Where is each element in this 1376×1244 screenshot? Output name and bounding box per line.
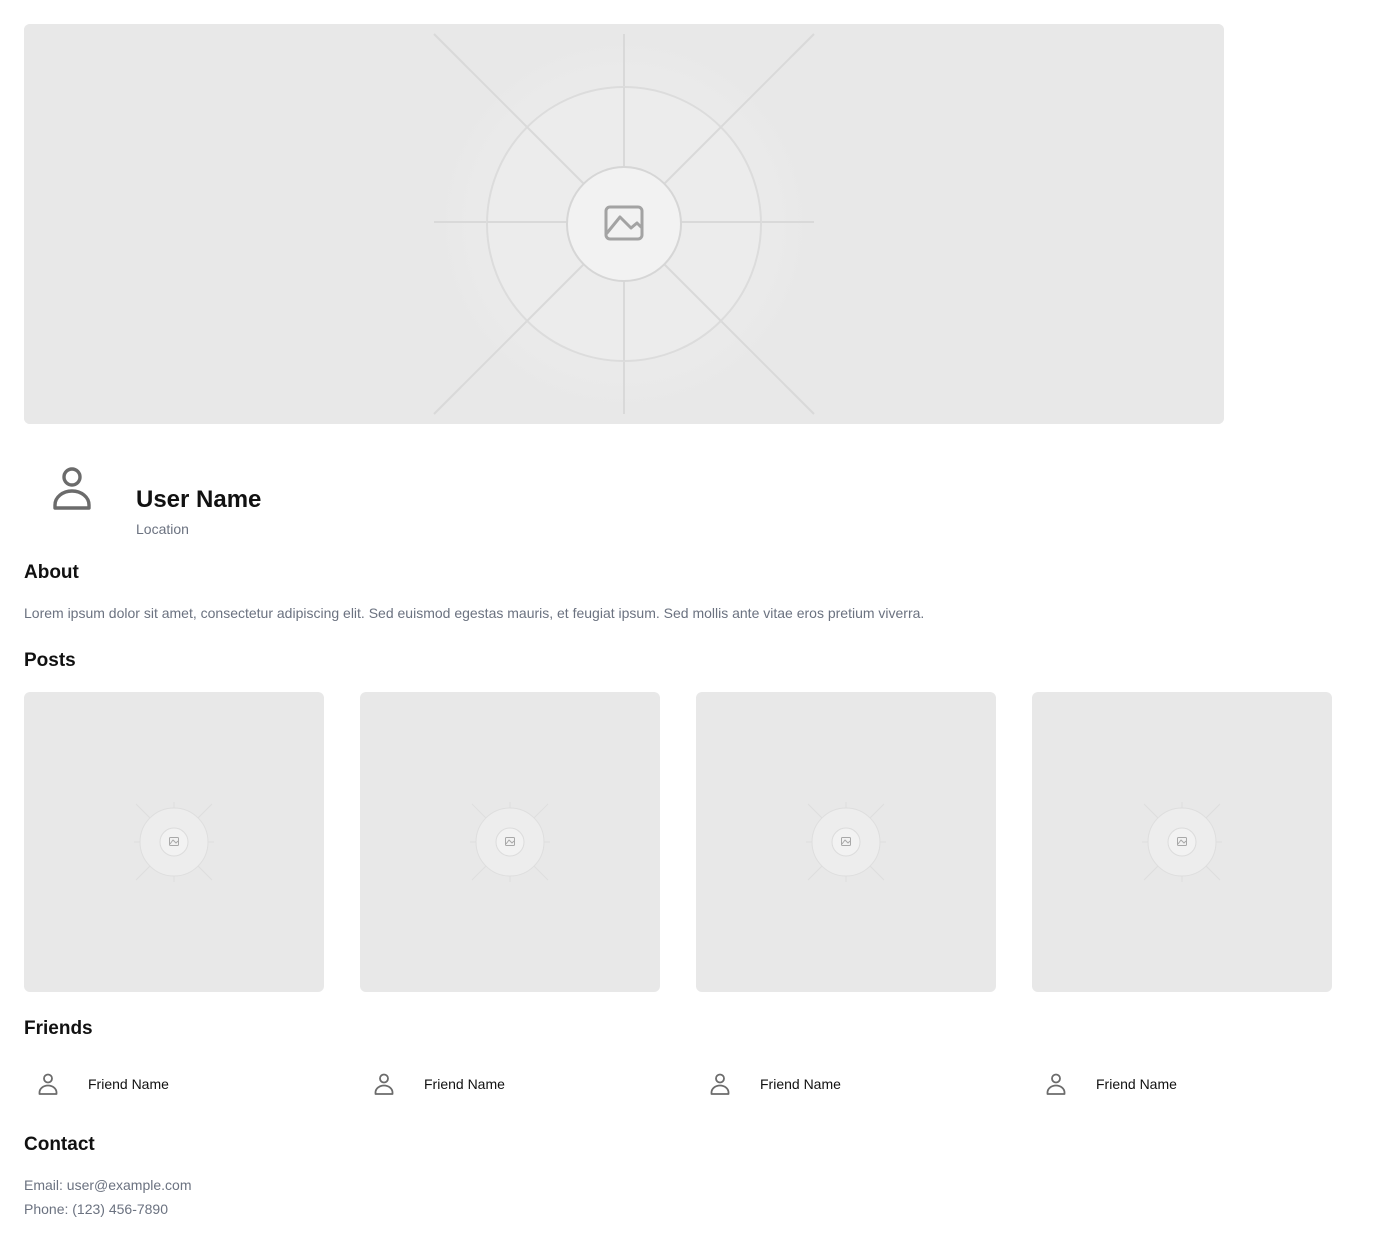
user-name: User Name xyxy=(136,486,262,513)
about-heading: About xyxy=(24,562,79,583)
posts-heading: Posts xyxy=(24,650,76,671)
friends-heading: Friends xyxy=(24,1018,93,1039)
user-icon xyxy=(48,464,96,512)
friend-item[interactable]: Friend Name xyxy=(360,1060,660,1108)
image-placeholder-icon xyxy=(806,802,886,882)
friend-item[interactable]: Friend Name xyxy=(1032,1060,1332,1108)
user-icon xyxy=(1044,1072,1068,1096)
contact-email: Email: user@example.com xyxy=(24,1177,192,1193)
image-placeholder-icon xyxy=(24,24,1224,424)
friend-name: Friend Name xyxy=(1096,1076,1177,1092)
friend-item[interactable]: Friend Name xyxy=(24,1060,324,1108)
contact-phone: Phone: (123) 456-7890 xyxy=(24,1201,168,1217)
friend-name: Friend Name xyxy=(424,1076,505,1092)
friend-item[interactable]: Friend Name xyxy=(696,1060,996,1108)
post-image[interactable] xyxy=(360,692,660,992)
image-placeholder-icon xyxy=(134,802,214,882)
cover-image xyxy=(24,24,1224,424)
contact-heading: Contact xyxy=(24,1134,95,1155)
post-image[interactable] xyxy=(24,692,324,992)
about-text: Lorem ipsum dolor sit amet, consectetur … xyxy=(24,605,925,621)
image-placeholder-icon xyxy=(470,802,550,882)
friends-list: Friend Name Friend Name Friend Name Frie… xyxy=(24,1060,1332,1108)
friend-name: Friend Name xyxy=(760,1076,841,1092)
image-placeholder-icon xyxy=(1142,802,1222,882)
user-icon xyxy=(708,1072,732,1096)
user-location: Location xyxy=(136,521,189,537)
post-image[interactable] xyxy=(696,692,996,992)
profile-header: User Name Location xyxy=(24,448,1224,544)
post-image[interactable] xyxy=(1032,692,1332,992)
posts-grid xyxy=(24,692,1332,992)
user-icon xyxy=(372,1072,396,1096)
user-icon xyxy=(36,1072,60,1096)
friend-name: Friend Name xyxy=(88,1076,169,1092)
